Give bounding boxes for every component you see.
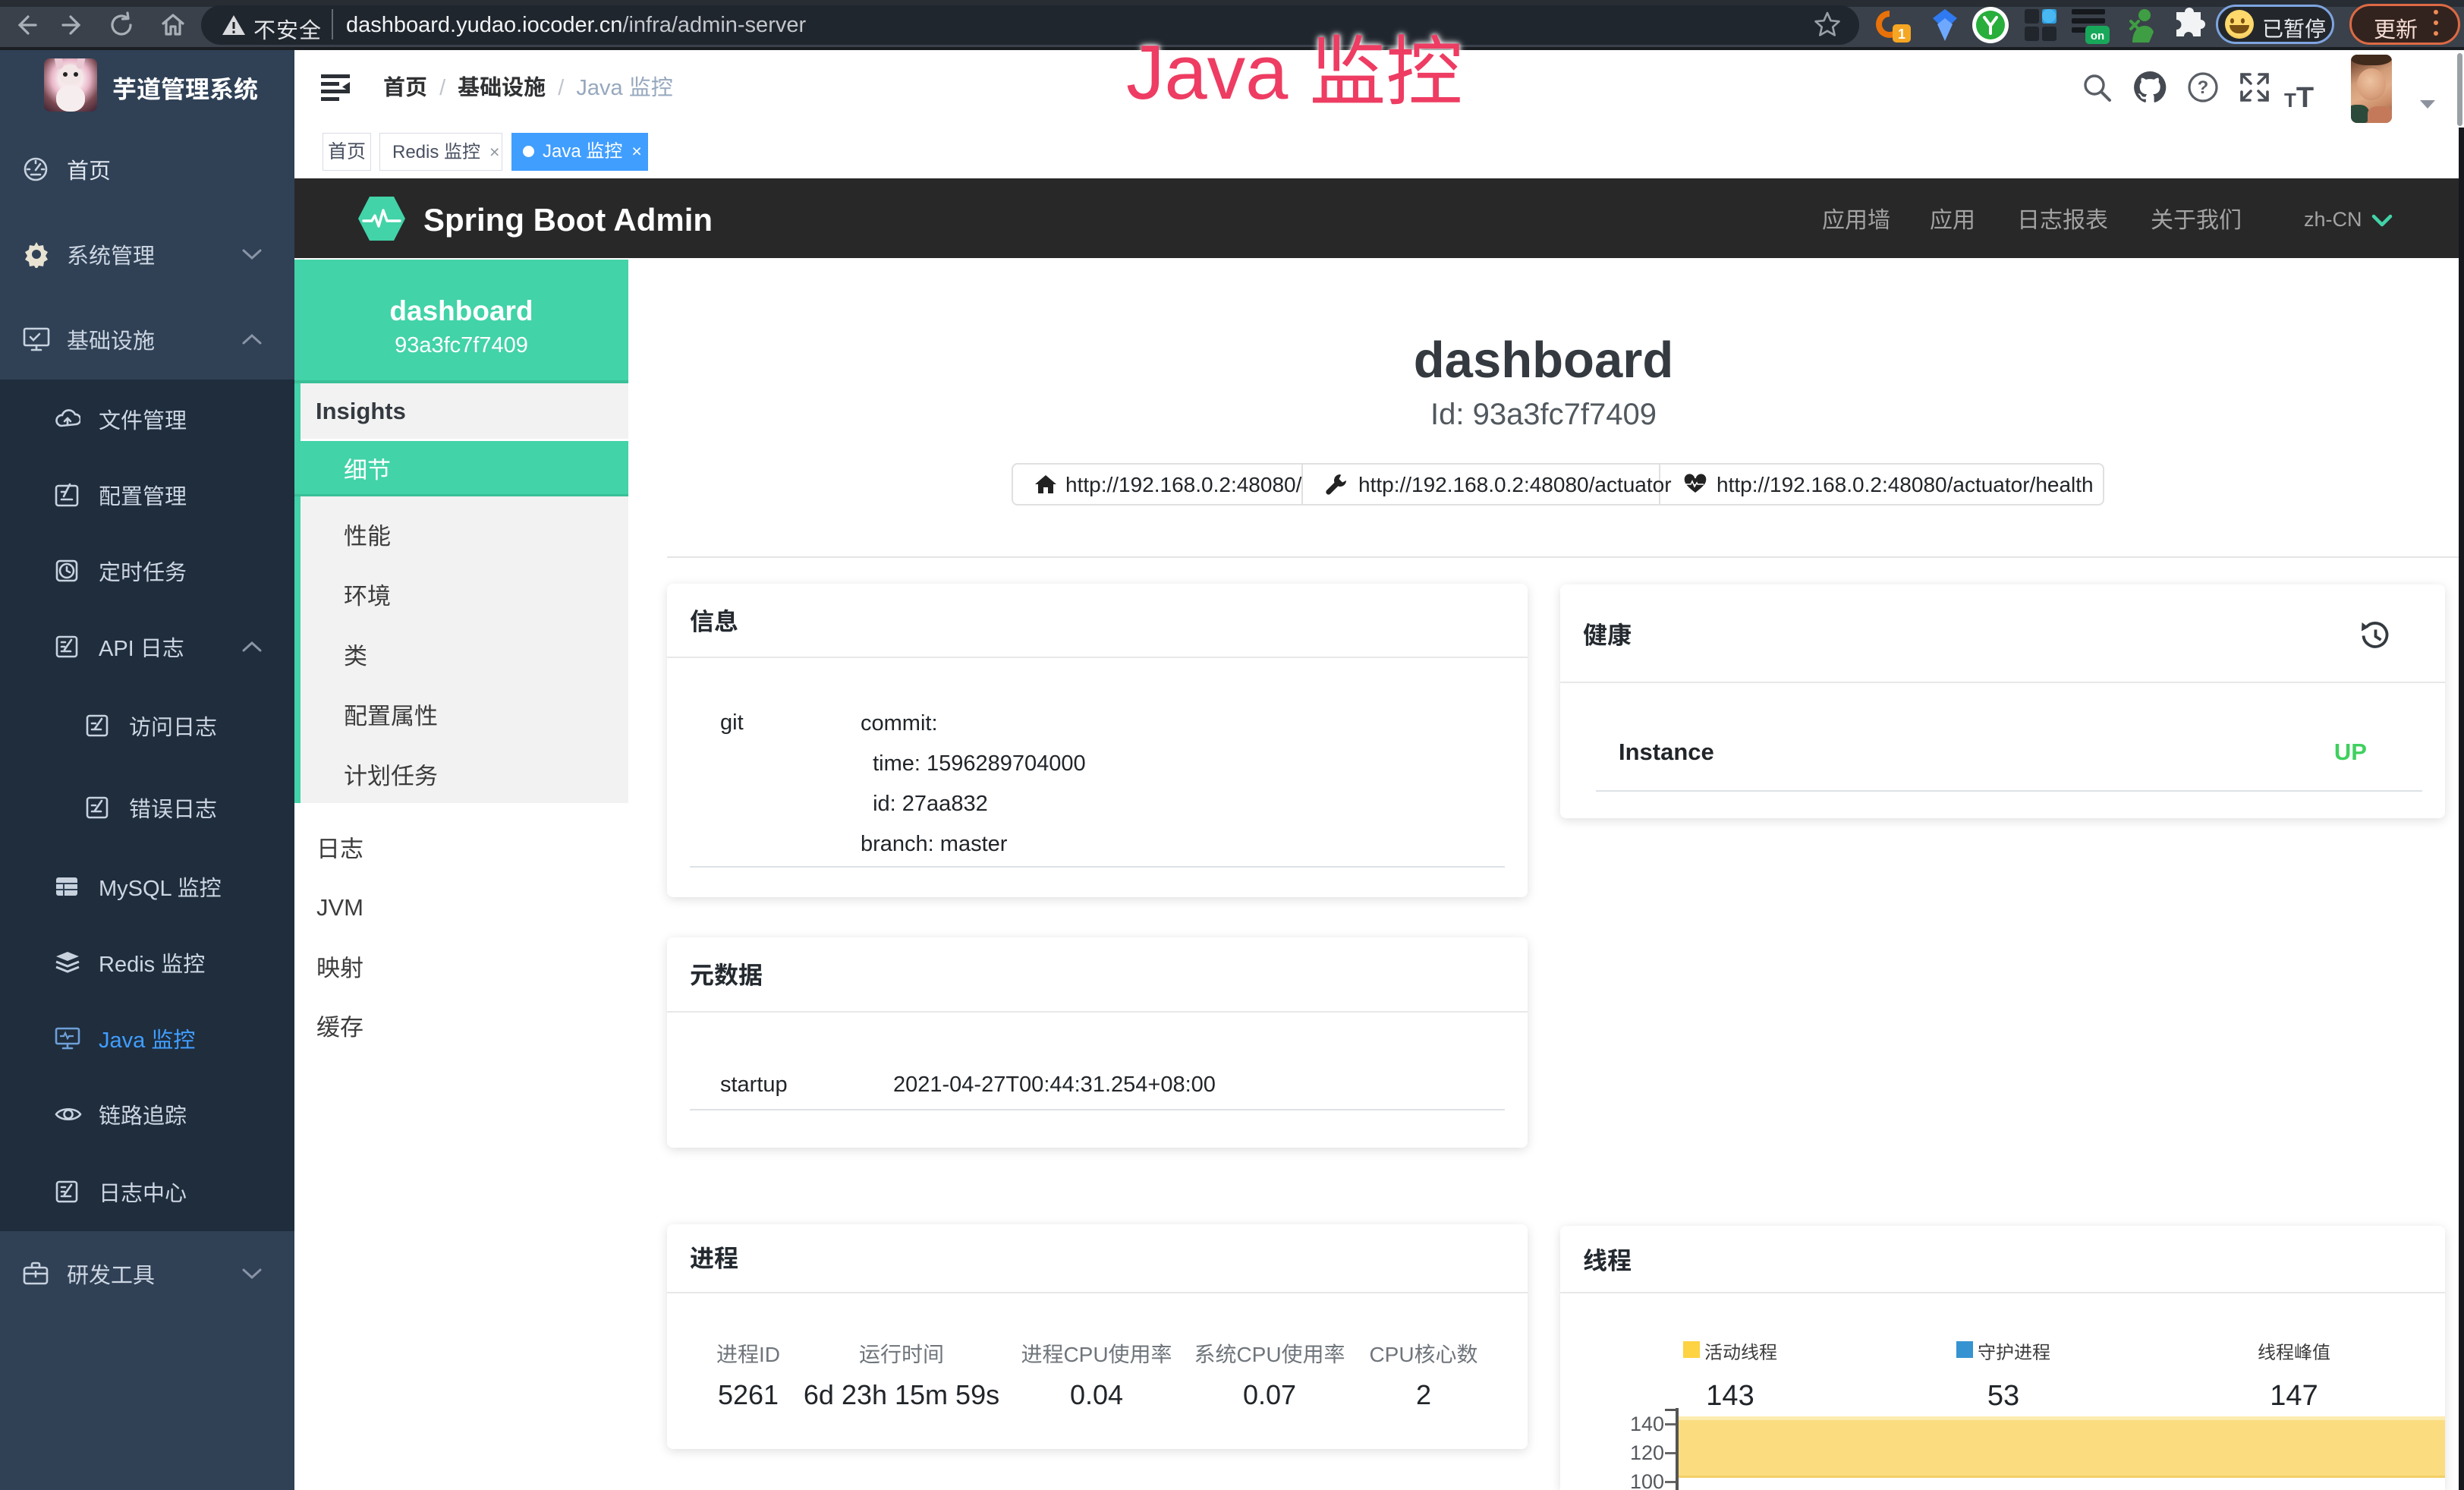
svg-text:?: ? (2198, 77, 2209, 98)
svg-text:on: on (2091, 30, 2104, 43)
svg-text:1: 1 (1898, 27, 1905, 42)
